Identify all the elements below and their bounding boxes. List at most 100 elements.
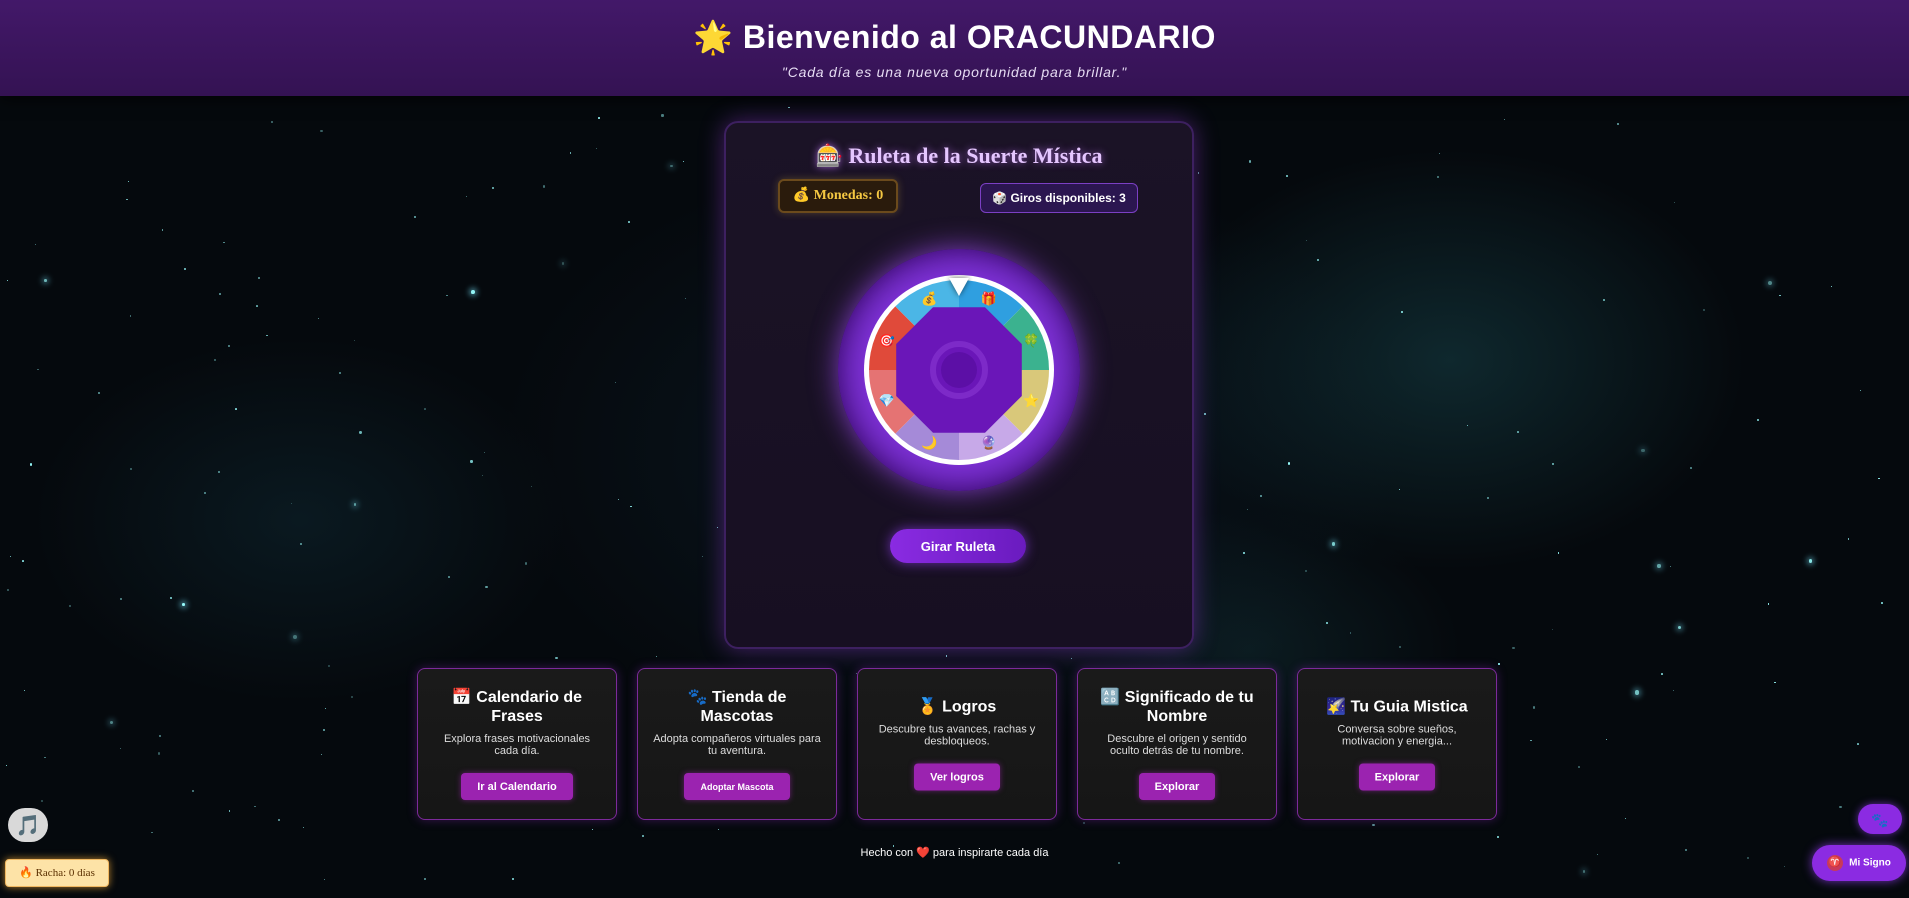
star-dot: [182, 603, 185, 606]
my-sign-button[interactable]: ♈ Mi Signo: [1812, 845, 1906, 881]
card-achievements-desc: Descubre tus avances, rachas y desbloque…: [878, 723, 1036, 748]
pet-float-button[interactable]: 🐾: [1858, 804, 1902, 834]
star-dot: [1438, 152, 1441, 155]
star-dot: [641, 834, 644, 837]
star-dot: [217, 470, 221, 474]
star-dot: [1517, 430, 1519, 433]
card-name-meaning-title: 🔠 Significado de tu Nombre: [1100, 689, 1254, 725]
star-dot: [1617, 122, 1620, 125]
star-dot: [1246, 508, 1249, 511]
star-dot: [270, 120, 273, 123]
star-dot: [40, 800, 43, 803]
star-dot: [1641, 448, 1645, 452]
star-dot: [682, 160, 685, 163]
star-dot: [120, 747, 122, 750]
star-dot: [1399, 646, 1402, 649]
star-dot: [1624, 818, 1626, 820]
star-dot: [1304, 570, 1307, 573]
roulette-panel: 🎰 Ruleta de la Suerte Mística 💰 Monedas:…: [724, 121, 1194, 649]
adopt-pet-button[interactable]: Adoptar Mascota: [684, 773, 790, 800]
card-pet-shop: 🐾 Tienda de Mascotas Adopta compañeros v…: [637, 668, 837, 820]
wheel-hub: [941, 352, 977, 388]
star-dot: [701, 555, 704, 558]
star-dot: [1859, 390, 1862, 392]
explore-name-button[interactable]: Explorar: [1138, 773, 1216, 800]
spin-roulette-button[interactable]: Girar Ruleta: [890, 529, 1026, 563]
star-dot: [661, 114, 664, 117]
card-mystic-guide: 🌠 Tu Guia Mistica Conversa sobre sueños,…: [1297, 668, 1497, 820]
star-dot: [1285, 175, 1288, 178]
star-dot: [618, 498, 620, 501]
star-dot: [203, 492, 206, 495]
star-dot: [492, 186, 495, 189]
wheel-pointer-icon: [949, 278, 969, 296]
star-dot: [1260, 494, 1263, 498]
star-dot: [1673, 202, 1675, 204]
star-dot: [359, 431, 362, 434]
star-dot: [1767, 603, 1769, 605]
go-to-calendar-button[interactable]: Ir al Calendario: [461, 773, 573, 800]
roulette-title: 🎰 Ruleta de la Suerte Mística: [815, 143, 1103, 168]
star-dot: [424, 408, 426, 410]
page-title: 🌟 Bienvenido al ORACUNDARIO: [693, 19, 1216, 55]
star-dot: [1784, 866, 1786, 868]
streak-badge: 🔥 Racha: 0 días: [5, 859, 109, 887]
star-dot: [1400, 310, 1403, 313]
star-dot: [214, 359, 216, 361]
star-dot: [1243, 552, 1246, 555]
aries-icon: ♈: [1827, 855, 1844, 871]
star-dot: [321, 754, 323, 756]
star-dot: [1661, 673, 1663, 675]
star-dot: [595, 147, 598, 149]
daily-quote: "Cada día es una nueva oportunidad para …: [781, 64, 1128, 80]
star-dot: [323, 728, 326, 731]
card-pet-shop-desc: Adopta compañeros virtuales para tu aven…: [653, 733, 821, 757]
star-dot: [445, 294, 448, 297]
star-dot: [151, 831, 153, 834]
star-dot: [1083, 821, 1086, 824]
star-dot: [1880, 601, 1883, 604]
star-dot: [266, 334, 268, 336]
star-dot: [1605, 738, 1607, 740]
star-dot: [302, 827, 305, 829]
star-dot: [159, 734, 162, 737]
music-toggle-button[interactable]: 🎵: [8, 808, 48, 842]
card-calendar: 📅 Calendario de Frases Explora frases mo…: [417, 668, 617, 820]
card-mystic-guide-desc: Conversa sobre sueños, motivacion y ener…: [1337, 723, 1457, 748]
star-dot: [37, 368, 39, 370]
star-dot: [1504, 119, 1506, 121]
star-dot: [1578, 766, 1581, 768]
explore-guide-button[interactable]: Explorar: [1358, 763, 1436, 791]
star-dot: [483, 451, 486, 454]
star-dot: [1702, 308, 1706, 312]
star-dot: [598, 117, 601, 119]
star-dot: [481, 474, 483, 476]
star-dot: [1878, 477, 1880, 479]
star-dot: [542, 185, 545, 188]
view-achievements-button[interactable]: Ver logros: [914, 763, 1000, 791]
star-dot: [448, 576, 451, 579]
star-dot: [716, 526, 719, 529]
star-dot: [109, 720, 113, 724]
star-dot: [1672, 689, 1675, 692]
star-dot: [424, 878, 427, 880]
star-dot: [29, 463, 33, 466]
star-dot: [44, 279, 47, 282]
page-footer: Hecho con ❤️ para inspirarte cada día: [860, 847, 1049, 859]
star-dot: [1203, 413, 1206, 416]
star-dot: [630, 505, 632, 507]
star-dot: [219, 292, 222, 295]
star-dot: [24, 689, 26, 691]
star-dot: [353, 502, 357, 506]
wheel-segment-icon: 🎯: [879, 333, 895, 348]
star-dot: [1857, 743, 1859, 745]
star-dot: [1773, 681, 1776, 684]
wheel-segment-icon: 💰: [921, 291, 937, 307]
star-dot: [1848, 538, 1850, 540]
star-dot: [1602, 299, 1605, 302]
star-dot: [570, 152, 572, 154]
star-dot: [235, 408, 238, 411]
star-dot: [1669, 565, 1671, 567]
card-name-meaning: 🔠 Significado de tu Nombre Descubre el o…: [1077, 668, 1277, 820]
my-sign-label: Mi Signo: [1849, 857, 1891, 869]
